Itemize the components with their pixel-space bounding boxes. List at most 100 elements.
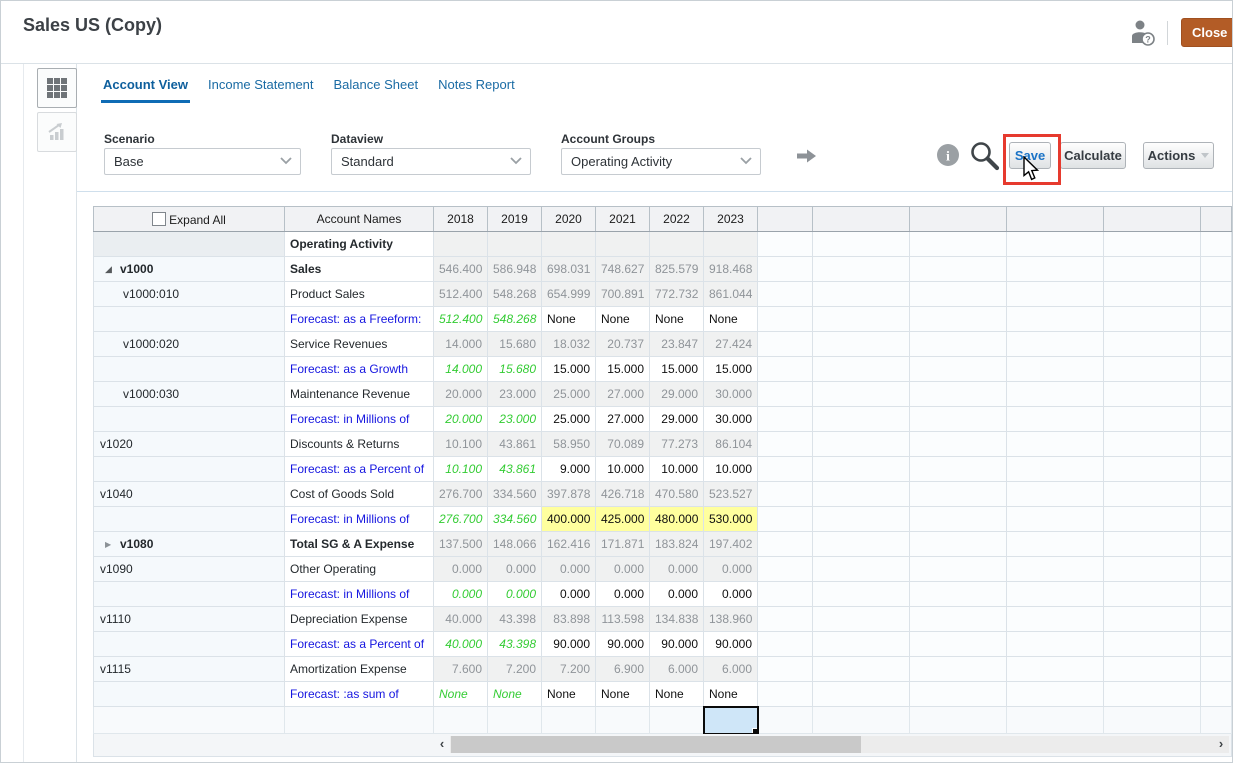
value-cell[interactable]: None bbox=[703, 306, 758, 332]
empty-cell bbox=[757, 706, 813, 734]
value-cell[interactable]: None bbox=[595, 681, 650, 707]
column-header-2022[interactable]: 2022 bbox=[649, 206, 704, 232]
collapse-node-icon[interactable]: ◢ bbox=[105, 264, 116, 275]
empty-cell bbox=[1006, 706, 1104, 734]
save-button[interactable]: Save bbox=[1009, 142, 1051, 169]
column-header-2021[interactable]: 2021 bbox=[595, 206, 650, 232]
fill-handle[interactable] bbox=[752, 728, 757, 733]
value-cell[interactable]: 9.000 bbox=[541, 456, 596, 482]
forecast-method-link[interactable]: Forecast: as a Growth bbox=[284, 356, 434, 382]
tab-notes-report[interactable]: Notes Report bbox=[436, 75, 517, 103]
actions-button[interactable]: Actions bbox=[1143, 142, 1214, 169]
value-cell[interactable]: 0.000 bbox=[649, 581, 704, 607]
value-cell[interactable]: 90.000 bbox=[649, 631, 704, 657]
h-scrollbar-thumb[interactable] bbox=[451, 736, 861, 753]
value-cell[interactable]: 15.000 bbox=[541, 356, 596, 382]
chart-view-button[interactable] bbox=[37, 112, 77, 152]
empty-cell bbox=[1006, 631, 1104, 657]
forecast-method-link[interactable]: Forecast: in Millions of bbox=[284, 581, 434, 607]
value-cell: 15.680 bbox=[487, 356, 542, 382]
value-cell[interactable]: 10.000 bbox=[649, 456, 704, 482]
scroll-left-arrow[interactable]: ‹ bbox=[435, 736, 449, 753]
value-cell: 0.000 bbox=[487, 556, 542, 582]
value-cell[interactable]: 10.000 bbox=[703, 456, 758, 482]
empty-cell bbox=[757, 431, 813, 457]
value-cell[interactable]: None bbox=[541, 681, 596, 707]
value-cell[interactable]: 27.000 bbox=[595, 406, 650, 432]
value-cell: 23.000 bbox=[487, 381, 542, 407]
forecast-method-link[interactable]: Forecast: as a Percent of bbox=[284, 631, 434, 657]
value-cell[interactable]: 400.000 bbox=[541, 506, 596, 532]
close-button[interactable]: Close bbox=[1181, 18, 1232, 47]
forecast-method-link[interactable]: Forecast: in Millions of bbox=[284, 406, 434, 432]
value-cell: 43.861 bbox=[487, 431, 542, 457]
info-icon[interactable]: i bbox=[937, 144, 959, 166]
value-cell[interactable]: None bbox=[595, 306, 650, 332]
value-cell[interactable]: 0.000 bbox=[703, 581, 758, 607]
value-cell[interactable]: None bbox=[703, 681, 758, 707]
value-cell: 25.000 bbox=[541, 381, 596, 407]
value-cell[interactable]: 30.000 bbox=[703, 406, 758, 432]
value-cell[interactable]: 90.000 bbox=[595, 631, 650, 657]
account-code-cell: v1110 bbox=[93, 606, 285, 632]
empty-cell bbox=[1103, 356, 1201, 382]
value-cell[interactable]: None bbox=[649, 681, 704, 707]
forecast-method-link[interactable]: Forecast: in Millions of bbox=[284, 506, 434, 532]
forecast-method-link[interactable]: Forecast: as a Freeform: bbox=[284, 306, 434, 332]
value-cell[interactable]: 15.000 bbox=[595, 356, 650, 382]
value-cell[interactable]: 10.000 bbox=[595, 456, 650, 482]
value-cell[interactable]: None bbox=[649, 306, 704, 332]
account-code-cell: v1020 bbox=[93, 431, 285, 457]
empty-cell bbox=[812, 356, 910, 382]
selected-cell[interactable] bbox=[702, 705, 759, 735]
table-row: Forecast: in Millions of 0.000 0.000 0.000 0… bbox=[93, 581, 1232, 607]
grid-view-button[interactable] bbox=[37, 68, 77, 108]
dataview-select[interactable]: Standard bbox=[331, 148, 531, 175]
next-arrow-icon[interactable] bbox=[796, 148, 817, 164]
account-code-cell bbox=[93, 231, 285, 257]
account-groups-select[interactable]: Operating Activity bbox=[561, 148, 761, 175]
value-cell[interactable]: 15.000 bbox=[649, 356, 704, 382]
scroll-right-arrow[interactable]: › bbox=[1214, 736, 1228, 753]
value-cell bbox=[487, 231, 542, 257]
value-cell[interactable]: 90.000 bbox=[541, 631, 596, 657]
value-cell[interactable]: 480.000 bbox=[649, 506, 704, 532]
value-cell[interactable]: 29.000 bbox=[649, 406, 704, 432]
empty-cell bbox=[1200, 256, 1232, 282]
value-cell[interactable]: None bbox=[541, 306, 596, 332]
empty-cell bbox=[1200, 281, 1232, 307]
expand-all-checkbox[interactable] bbox=[152, 211, 167, 226]
tab-income-statement[interactable]: Income Statement bbox=[206, 75, 316, 103]
value-cell[interactable]: 425.000 bbox=[595, 506, 650, 532]
empty-cell bbox=[1006, 306, 1104, 332]
value-cell: 698.031 bbox=[541, 256, 596, 282]
value-cell[interactable]: 25.000 bbox=[541, 406, 596, 432]
tab-account-view[interactable]: Account View bbox=[101, 75, 191, 103]
empty-cell bbox=[757, 281, 813, 307]
value-cell[interactable]: 15.000 bbox=[703, 356, 758, 382]
value-cell[interactable]: 0.000 bbox=[541, 581, 596, 607]
value-cell[interactable]: 0.000 bbox=[595, 581, 650, 607]
page-title: Sales US (Copy) bbox=[23, 15, 163, 35]
user-assistance-icon[interactable]: ? bbox=[1129, 18, 1157, 48]
account-code-cell bbox=[93, 681, 285, 707]
empty-cell bbox=[1200, 556, 1232, 582]
search-icon[interactable] bbox=[969, 140, 1000, 171]
scenario-select[interactable]: Base bbox=[104, 148, 301, 175]
column-header-2020[interactable]: 2020 bbox=[541, 206, 596, 232]
empty-cell bbox=[909, 331, 1007, 357]
forecast-method-link[interactable]: Forecast: as a Percent of bbox=[284, 456, 434, 482]
calculate-button[interactable]: Calculate bbox=[1060, 142, 1126, 169]
empty-cell bbox=[1006, 406, 1104, 432]
forecast-method-link[interactable]: Forecast: :as sum of bbox=[284, 681, 434, 707]
tab-balance-sheet[interactable]: Balance Sheet bbox=[332, 75, 421, 103]
empty-cell bbox=[1103, 556, 1201, 582]
expand-node-icon[interactable]: ▶ bbox=[105, 540, 116, 549]
value-cell[interactable]: 530.000 bbox=[703, 506, 758, 532]
column-header-2023[interactable]: 2023 bbox=[703, 206, 758, 232]
empty-cell bbox=[812, 556, 910, 582]
value-cell[interactable]: 90.000 bbox=[703, 631, 758, 657]
table-row: Forecast: in Millions of 20.000 23.000 25.0… bbox=[93, 406, 1232, 432]
value-cell: 918.468 bbox=[703, 256, 758, 282]
account-code-cell: v1040 bbox=[93, 481, 285, 507]
